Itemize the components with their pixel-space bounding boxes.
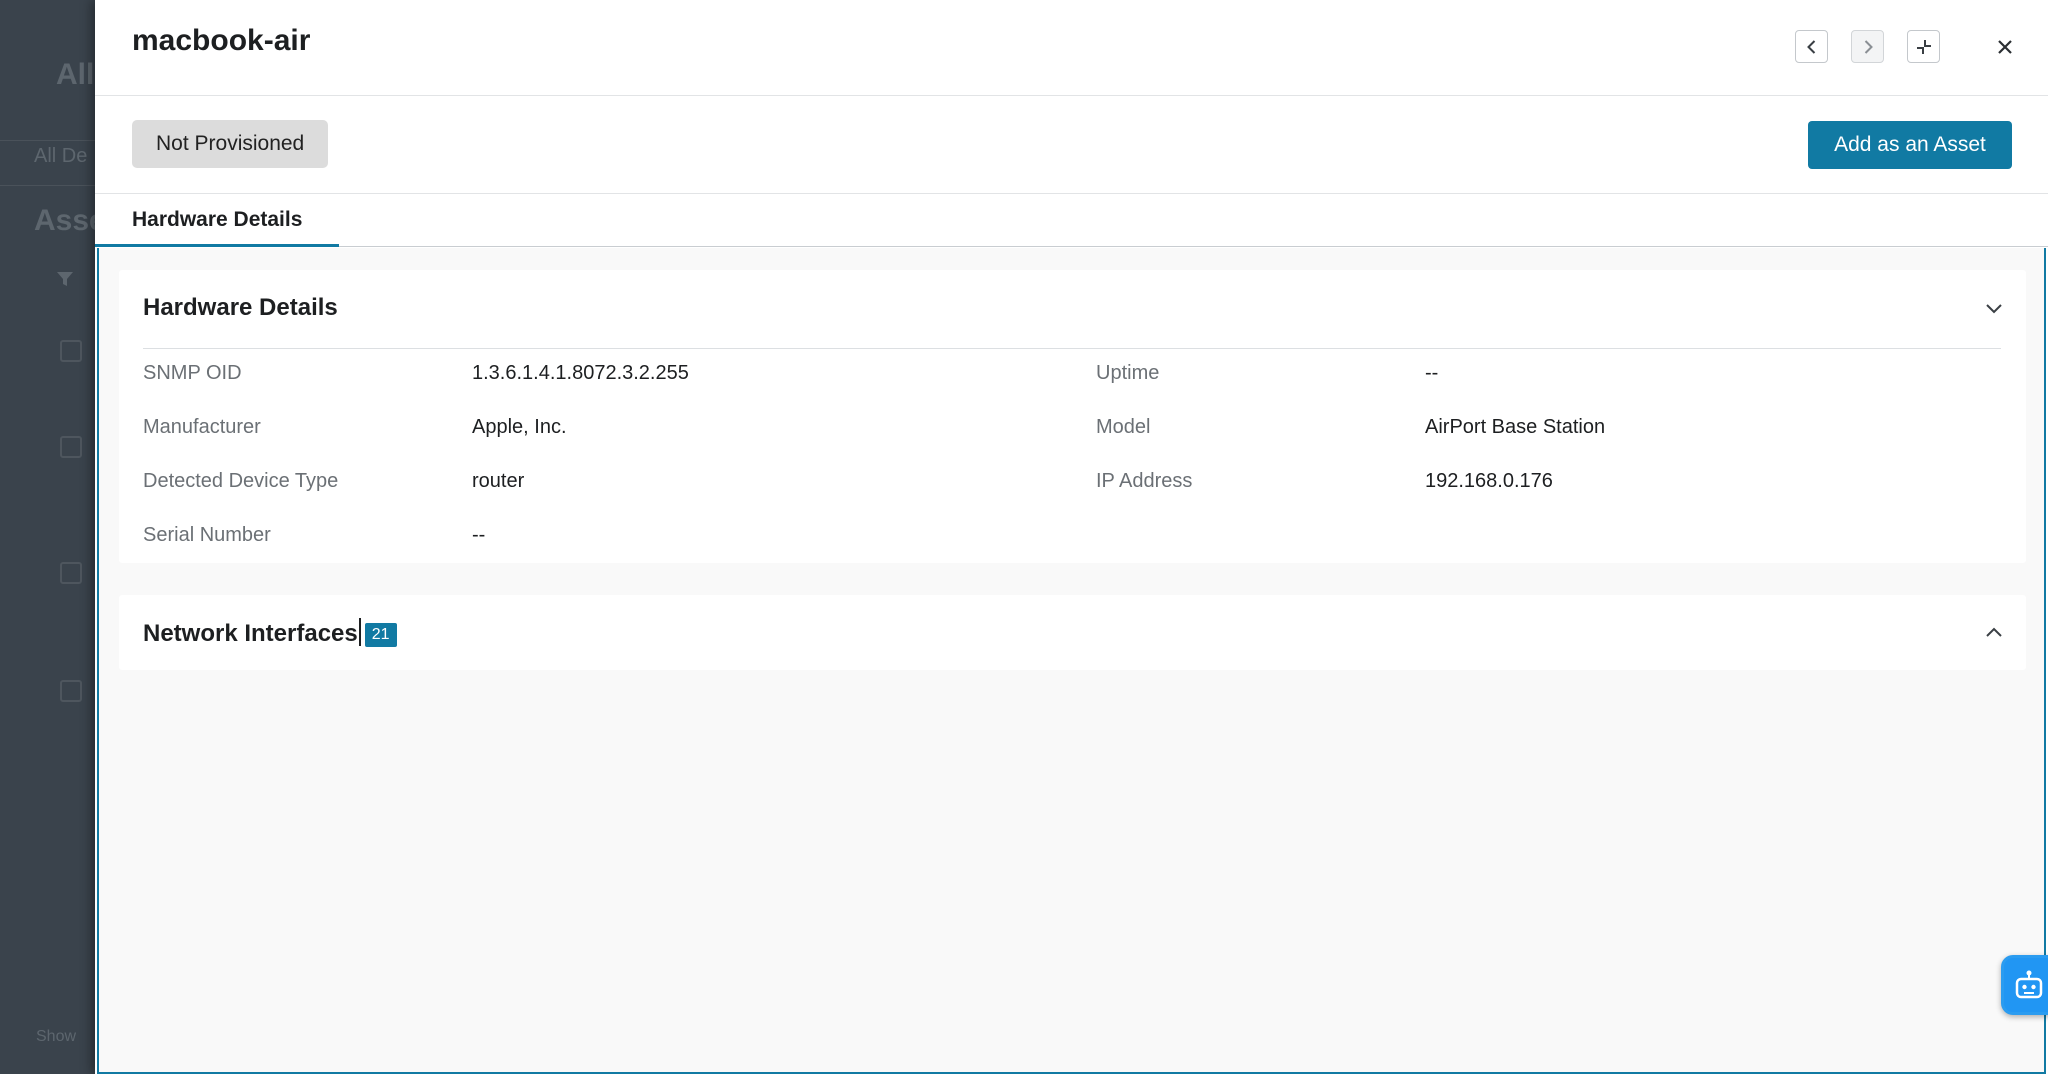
- background-checkbox: [60, 436, 82, 458]
- tab-hardware-details[interactable]: Hardware Details: [95, 194, 340, 247]
- interface-count-badge: 21: [364, 623, 397, 647]
- next-button[interactable]: [1851, 30, 1884, 63]
- assistant-button[interactable]: [2001, 955, 2048, 1015]
- field-label-serial-number: Serial Number: [143, 524, 271, 546]
- collapse-icon: [1916, 39, 1931, 54]
- field-value-snmp-oid: 1.3.6.1.4.1.8072.3.2.255: [472, 362, 689, 384]
- chevron-right-icon: [1864, 39, 1873, 54]
- previous-button[interactable]: [1795, 30, 1828, 63]
- drawer-header: macbook-air: [95, 0, 2048, 96]
- device-details-drawer: macbook-air Not Provisioned Add as an As…: [95, 0, 2048, 1074]
- field-label-uptime: Uptime: [1096, 362, 1160, 384]
- network-interfaces-card: Network Interfaces 21: [119, 595, 2026, 670]
- field-label-manufacturer: Manufacturer: [143, 416, 261, 438]
- hardware-details-title: Hardware Details: [143, 294, 338, 321]
- field-value-detected-device-type: router: [472, 470, 525, 492]
- close-button[interactable]: [1988, 30, 2021, 63]
- background-divider: [0, 140, 95, 141]
- tab-content: Hardware Details SNMP OID 1.3.6.1.4.1.80…: [97, 248, 2046, 1074]
- field-value-ip-address: 192.168.0.176: [1425, 470, 1553, 492]
- field-label-snmp-oid: SNMP OID: [143, 362, 242, 384]
- chevron-up-icon[interactable]: [1984, 623, 2004, 643]
- field-value-serial-number: --: [472, 524, 486, 546]
- status-badge: Not Provisioned: [132, 120, 329, 168]
- background-page-title: All: [56, 58, 95, 91]
- add-as-asset-button[interactable]: Add as an Asset: [1808, 121, 2012, 169]
- text-caret: [358, 618, 361, 646]
- network-interfaces-title: Network Interfaces: [143, 620, 358, 647]
- tab-bar: Hardware Details: [95, 194, 2048, 247]
- field-value-model: AirPort Base Station: [1425, 416, 1606, 438]
- card-divider: [143, 348, 2001, 349]
- collapse-button[interactable]: [1907, 30, 1940, 63]
- drawer-title: macbook-air: [132, 24, 311, 57]
- background-checkbox: [60, 340, 82, 362]
- field-label-model: Model: [1096, 416, 1151, 438]
- action-bar: Not Provisioned Add as an Asset: [95, 96, 2048, 194]
- close-icon: [1997, 39, 2012, 54]
- network-interfaces-header[interactable]: Network Interfaces 21: [143, 618, 397, 648]
- background-footer: Show: [36, 1028, 77, 1045]
- chevron-down-icon[interactable]: [1984, 298, 2004, 318]
- hardware-details-card: Hardware Details SNMP OID 1.3.6.1.4.1.80…: [119, 270, 2026, 563]
- field-value-manufacturer: Apple, Inc.: [472, 416, 567, 438]
- background-divider: [0, 185, 95, 186]
- background-checkbox: [60, 680, 82, 702]
- field-label-detected-device-type: Detected Device Type: [143, 470, 339, 492]
- chevron-left-icon: [1806, 39, 1815, 54]
- field-label-ip-address: IP Address: [1096, 470, 1193, 492]
- background-section-title: Asse: [34, 204, 95, 237]
- background-checkbox: [60, 562, 82, 584]
- background-tab: All De: [34, 145, 88, 167]
- filter-icon: [57, 272, 73, 286]
- field-value-uptime: --: [1425, 362, 1439, 384]
- robot-icon: [2015, 970, 2043, 999]
